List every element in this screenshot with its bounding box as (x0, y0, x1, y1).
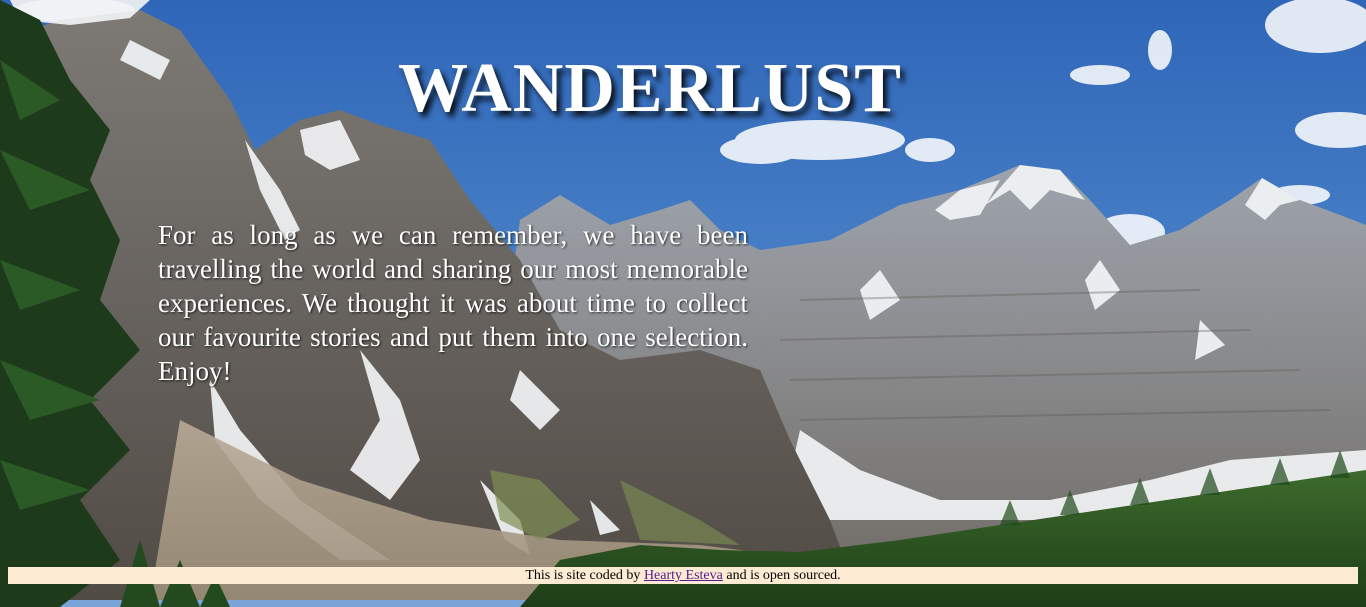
page-title: WANDERLUST (398, 50, 902, 127)
footer-bar: This is site coded by Hearty Esteva and … (8, 567, 1358, 584)
intro-paragraph: For as long as we can remember, we have … (158, 220, 748, 386)
footer-prefix-text: This is site coded by (525, 568, 644, 583)
footer-suffix-text: and is open sourced. (722, 568, 841, 583)
author-link[interactable]: Hearty Esteva (644, 568, 723, 583)
